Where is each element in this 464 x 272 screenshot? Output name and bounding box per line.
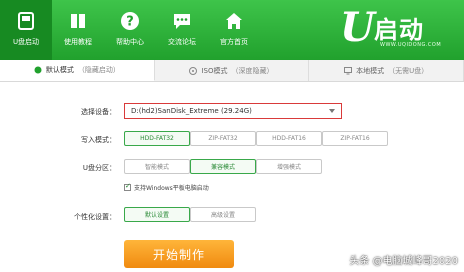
disc-icon (189, 66, 198, 75)
personal-label: 个性化设置： (74, 213, 116, 221)
tab-local-mode[interactable]: 本地模式 （无需U盘） (309, 60, 464, 81)
partition-smart-mode[interactable]: 智能模式 (124, 159, 190, 174)
nav-tutorial-label: 使用教程 (64, 38, 92, 46)
tablet-support-label: 支持Windows平板电脑启动 (134, 185, 209, 192)
help-icon: ? (119, 10, 141, 32)
tab-default-mode[interactable]: 默认模式 （隐藏启动） (0, 60, 155, 81)
write-mode-zip-fat16[interactable]: ZIP-FAT16 (322, 131, 388, 146)
partition-enhanced-mode[interactable]: 增强模式 (256, 159, 322, 174)
start-make-button[interactable]: 开始制作 (124, 240, 234, 268)
tablet-support-option[interactable]: 支持Windows平板电脑启动 (124, 182, 209, 192)
computer-icon (344, 66, 353, 75)
nav-homepage[interactable]: 官方首页 (208, 0, 260, 60)
nav-help-center-label: 帮助中心 (116, 38, 144, 46)
usb-drive-icon (15, 10, 37, 32)
nav-usb-boot[interactable]: U盘启动 (0, 0, 52, 60)
tab-iso-mode[interactable]: ISO模式 （深度隐藏） (155, 60, 310, 81)
forum-icon (171, 10, 193, 32)
nav-forum-label: 交流论坛 (168, 38, 196, 46)
device-label: 选择设备： (81, 108, 116, 116)
watermark-text: 头条 @电脑城峰哥2020 (349, 256, 458, 267)
nav-forum[interactable]: 交流论坛 (156, 0, 208, 60)
write-mode-hdd-fat16[interactable]: HDD-FAT16 (256, 131, 322, 146)
logo-url: WWW.UQIDONG.COM (380, 42, 442, 48)
tablet-support-checkbox[interactable] (124, 182, 131, 191)
partition-label: U盘分区： (82, 164, 116, 172)
tab-iso-mode-label: ISO模式 (201, 66, 228, 75)
mode-tabs: 默认模式 （隐藏启动） ISO模式 （深度隐藏） 本地模式 （无需U盘） (0, 60, 464, 82)
personal-default-settings[interactable]: 默认设置 (124, 207, 190, 222)
svg-text:?: ? (126, 15, 134, 30)
nav-tutorial[interactable]: 使用教程 (52, 0, 104, 60)
write-mode-hdd-fat32[interactable]: HDD-FAT32 (124, 131, 190, 146)
device-select[interactable]: D:(hd2)SanDisk_Extreme (29.24G) (124, 103, 342, 119)
nav-help-center[interactable]: ? 帮助中心 (104, 0, 156, 60)
main-nav: U盘启动 使用教程 ? 帮助中心 交流论坛 官方首页 (0, 0, 260, 60)
radio-selected-icon (34, 66, 42, 74)
write-mode-label: 写入模式： (81, 136, 116, 144)
nav-usb-boot-label: U盘启动 (12, 38, 40, 46)
tab-iso-mode-sub: （深度隐藏） (231, 66, 274, 75)
logo-text: 启动 (374, 16, 424, 44)
tab-local-mode-sub: （无需U盘） (388, 66, 429, 75)
tab-default-mode-sub: （隐藏启动） (77, 66, 120, 74)
write-mode-zip-fat32[interactable]: ZIP-FAT32 (190, 131, 256, 146)
app-logo: U 启动 WWW.UQIDONG.COM (340, 4, 452, 52)
tab-default-mode-label: 默认模式 (45, 66, 74, 74)
logo-letter: U (340, 4, 375, 51)
tab-local-mode-label: 本地模式 (356, 66, 385, 75)
chevron-down-icon (329, 109, 335, 113)
personal-advanced-settings[interactable]: 高级设置 (190, 207, 256, 222)
partition-compat-mode[interactable]: 兼容模式 (190, 159, 256, 174)
home-icon (223, 10, 245, 32)
nav-homepage-label: 官方首页 (220, 38, 248, 46)
book-icon (67, 10, 89, 32)
device-select-value: D:(hd2)SanDisk_Extreme (29.24G) (131, 107, 252, 115)
